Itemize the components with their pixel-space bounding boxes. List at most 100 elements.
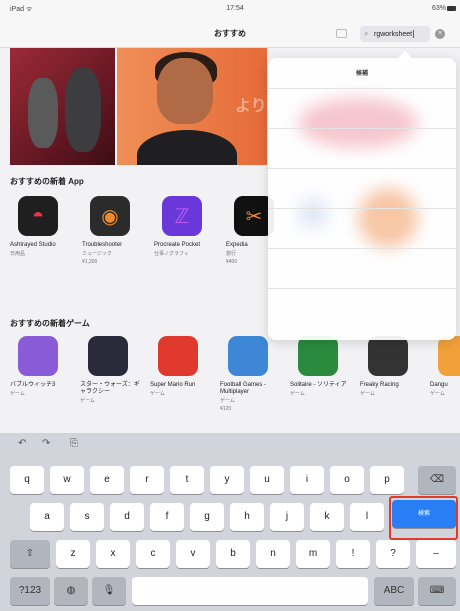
app-name: Football Games - Multiplayer (220, 382, 267, 395)
character-figure (28, 78, 58, 148)
key-j[interactable]: j (270, 503, 304, 531)
app-tile[interactable]: スター・ウォーズ：ギャラクシー ゲーム (80, 336, 142, 404)
key-i[interactable]: i (290, 466, 324, 494)
app-category: ゲーム (360, 391, 375, 397)
key-x[interactable]: x (96, 540, 130, 568)
key-s[interactable]: s (70, 503, 104, 531)
hide-keyboard-key[interactable]: ⌨ (418, 577, 456, 605)
game-row: バブルウィッチ3 ゲーム スター・ウォーズ：ギャラクシー ゲーム Super Mario… (10, 336, 460, 446)
key-m[interactable]: m (296, 540, 330, 568)
app-name: Solitaire - ソリティア (290, 382, 347, 388)
app-tile[interactable]: Solitaire - ソリティア ゲーム (290, 336, 352, 397)
section-title-new-games: おすすめの新着ゲーム (10, 319, 90, 328)
clear-icon[interactable]: × (435, 29, 445, 39)
app-tile[interactable]: Freaky Racing ゲーム (360, 336, 422, 397)
battery-percent: 63% (431, 5, 446, 12)
key-?[interactable]: ? (376, 540, 410, 568)
app-tile[interactable]: Football Games - Multiplayer ゲーム ¥120 (220, 336, 282, 412)
app-tile[interactable]: バブルウィッチ3 ゲーム (10, 336, 72, 397)
suggestion-row[interactable] (268, 208, 456, 209)
app-icon[interactable]: ℤ (162, 196, 202, 236)
app-tile[interactable]: ℤ Procreate Pocket 仕事ノグラフィ (154, 196, 216, 257)
backspace-key[interactable]: ⌫ (418, 466, 456, 494)
search-icon: ⌕ (364, 29, 369, 38)
featured-banner-game[interactable] (10, 48, 115, 165)
key-t[interactable]: t (170, 466, 204, 494)
numbers-key[interactable]: ?123 (10, 577, 50, 605)
app-tile[interactable]: ◓ Ashtrayed Studio 日用品 (10, 196, 72, 257)
app-price: ¥1,200 (82, 259, 98, 265)
ipad-screen: iPad ᯤ 17:54 63% おすすめ ⌕ rgworksheet × より… (0, 0, 460, 611)
key-h[interactable]: h (230, 503, 264, 531)
app-category: ゲーム (290, 391, 305, 397)
app-icon[interactable] (88, 336, 128, 376)
clock: 17:54 (226, 5, 244, 12)
key-g[interactable]: g (190, 503, 224, 531)
redo-icon[interactable]: ↷ (42, 438, 50, 449)
key-c[interactable]: c (136, 540, 170, 568)
key-z[interactable]: z (56, 540, 90, 568)
key-l[interactable]: l (350, 503, 384, 531)
search-key-highlight (389, 496, 458, 540)
app-tile[interactable]: ◉ Troubleshooter ミュージック ¥1,200 (82, 196, 144, 265)
key-b[interactable]: b (216, 540, 250, 568)
app-name: Troubleshooter (82, 242, 123, 248)
status-bar: iPad ᯤ 17:54 63% (0, 0, 460, 20)
suggestion-row[interactable] (268, 168, 456, 169)
key-y[interactable]: y (210, 466, 244, 494)
key-r[interactable]: r (130, 466, 164, 494)
key-n[interactable]: n (256, 540, 290, 568)
app-category: ゲーム (430, 391, 445, 397)
suggestion-row[interactable] (268, 128, 456, 129)
app-tile[interactable]: Dangu ゲーム (430, 336, 460, 397)
suggestion-divider (268, 88, 456, 89)
app-tile[interactable]: Super Mario Run ゲーム (150, 336, 212, 397)
text-cursor (413, 30, 415, 38)
app-icon[interactable] (438, 336, 460, 376)
key-dash[interactable]: – (416, 540, 456, 568)
app-name: Ashtrayed Studio (10, 242, 56, 248)
app-icon[interactable] (298, 336, 338, 376)
app-category: ゲーム (220, 398, 235, 404)
app-icon[interactable] (158, 336, 198, 376)
app-icon[interactable]: ◓ (18, 196, 58, 236)
key-a[interactable]: a (30, 503, 64, 531)
suggestion-row[interactable] (268, 248, 456, 249)
suggestion-row[interactable] (268, 288, 456, 289)
grid-icon[interactable] (336, 29, 347, 38)
space-key[interactable] (132, 577, 368, 605)
undo-icon[interactable]: ↶ (18, 438, 26, 449)
key-q[interactable]: q (10, 466, 44, 494)
app-category: 日用品 (10, 251, 26, 257)
paste-icon[interactable]: ⎘ (70, 438, 78, 449)
key-k[interactable]: k (310, 503, 344, 531)
app-category: ゲーム (150, 391, 165, 397)
shift-key[interactable]: ⇧ (10, 540, 50, 568)
portrait (157, 58, 213, 124)
search-input[interactable]: ⌕ rgworksheet (360, 26, 430, 42)
key-o[interactable]: o (330, 466, 364, 494)
app-name: スター・ウォーズ：ギャラクシー (80, 382, 140, 395)
mic-key[interactable]: 🎙 (92, 577, 126, 605)
search-query: rgworksheet (374, 30, 413, 38)
key-v[interactable]: v (176, 540, 210, 568)
globe-key[interactable]: ◍ (54, 577, 88, 605)
key-f[interactable]: f (150, 503, 184, 531)
app-icon[interactable]: ◉ (90, 196, 130, 236)
app-price: ¥120 (220, 406, 232, 412)
app-name: Dangu (430, 382, 448, 388)
key-![interactable]: ! (336, 540, 370, 568)
app-name: Super Mario Run (150, 382, 196, 388)
key-u[interactable]: u (250, 466, 284, 494)
key-w[interactable]: w (50, 466, 84, 494)
featured-banner-app[interactable]: より (117, 48, 267, 165)
key-d[interactable]: d (110, 503, 144, 531)
app-icon[interactable] (228, 336, 268, 376)
app-name: Freaky Racing (360, 382, 399, 388)
key-p[interactable]: p (370, 466, 404, 494)
abc-key[interactable]: ABC (374, 577, 414, 605)
app-icon[interactable] (368, 336, 408, 376)
key-e[interactable]: e (90, 466, 124, 494)
app-icon[interactable] (18, 336, 58, 376)
app-category: ミュージック (82, 251, 112, 257)
